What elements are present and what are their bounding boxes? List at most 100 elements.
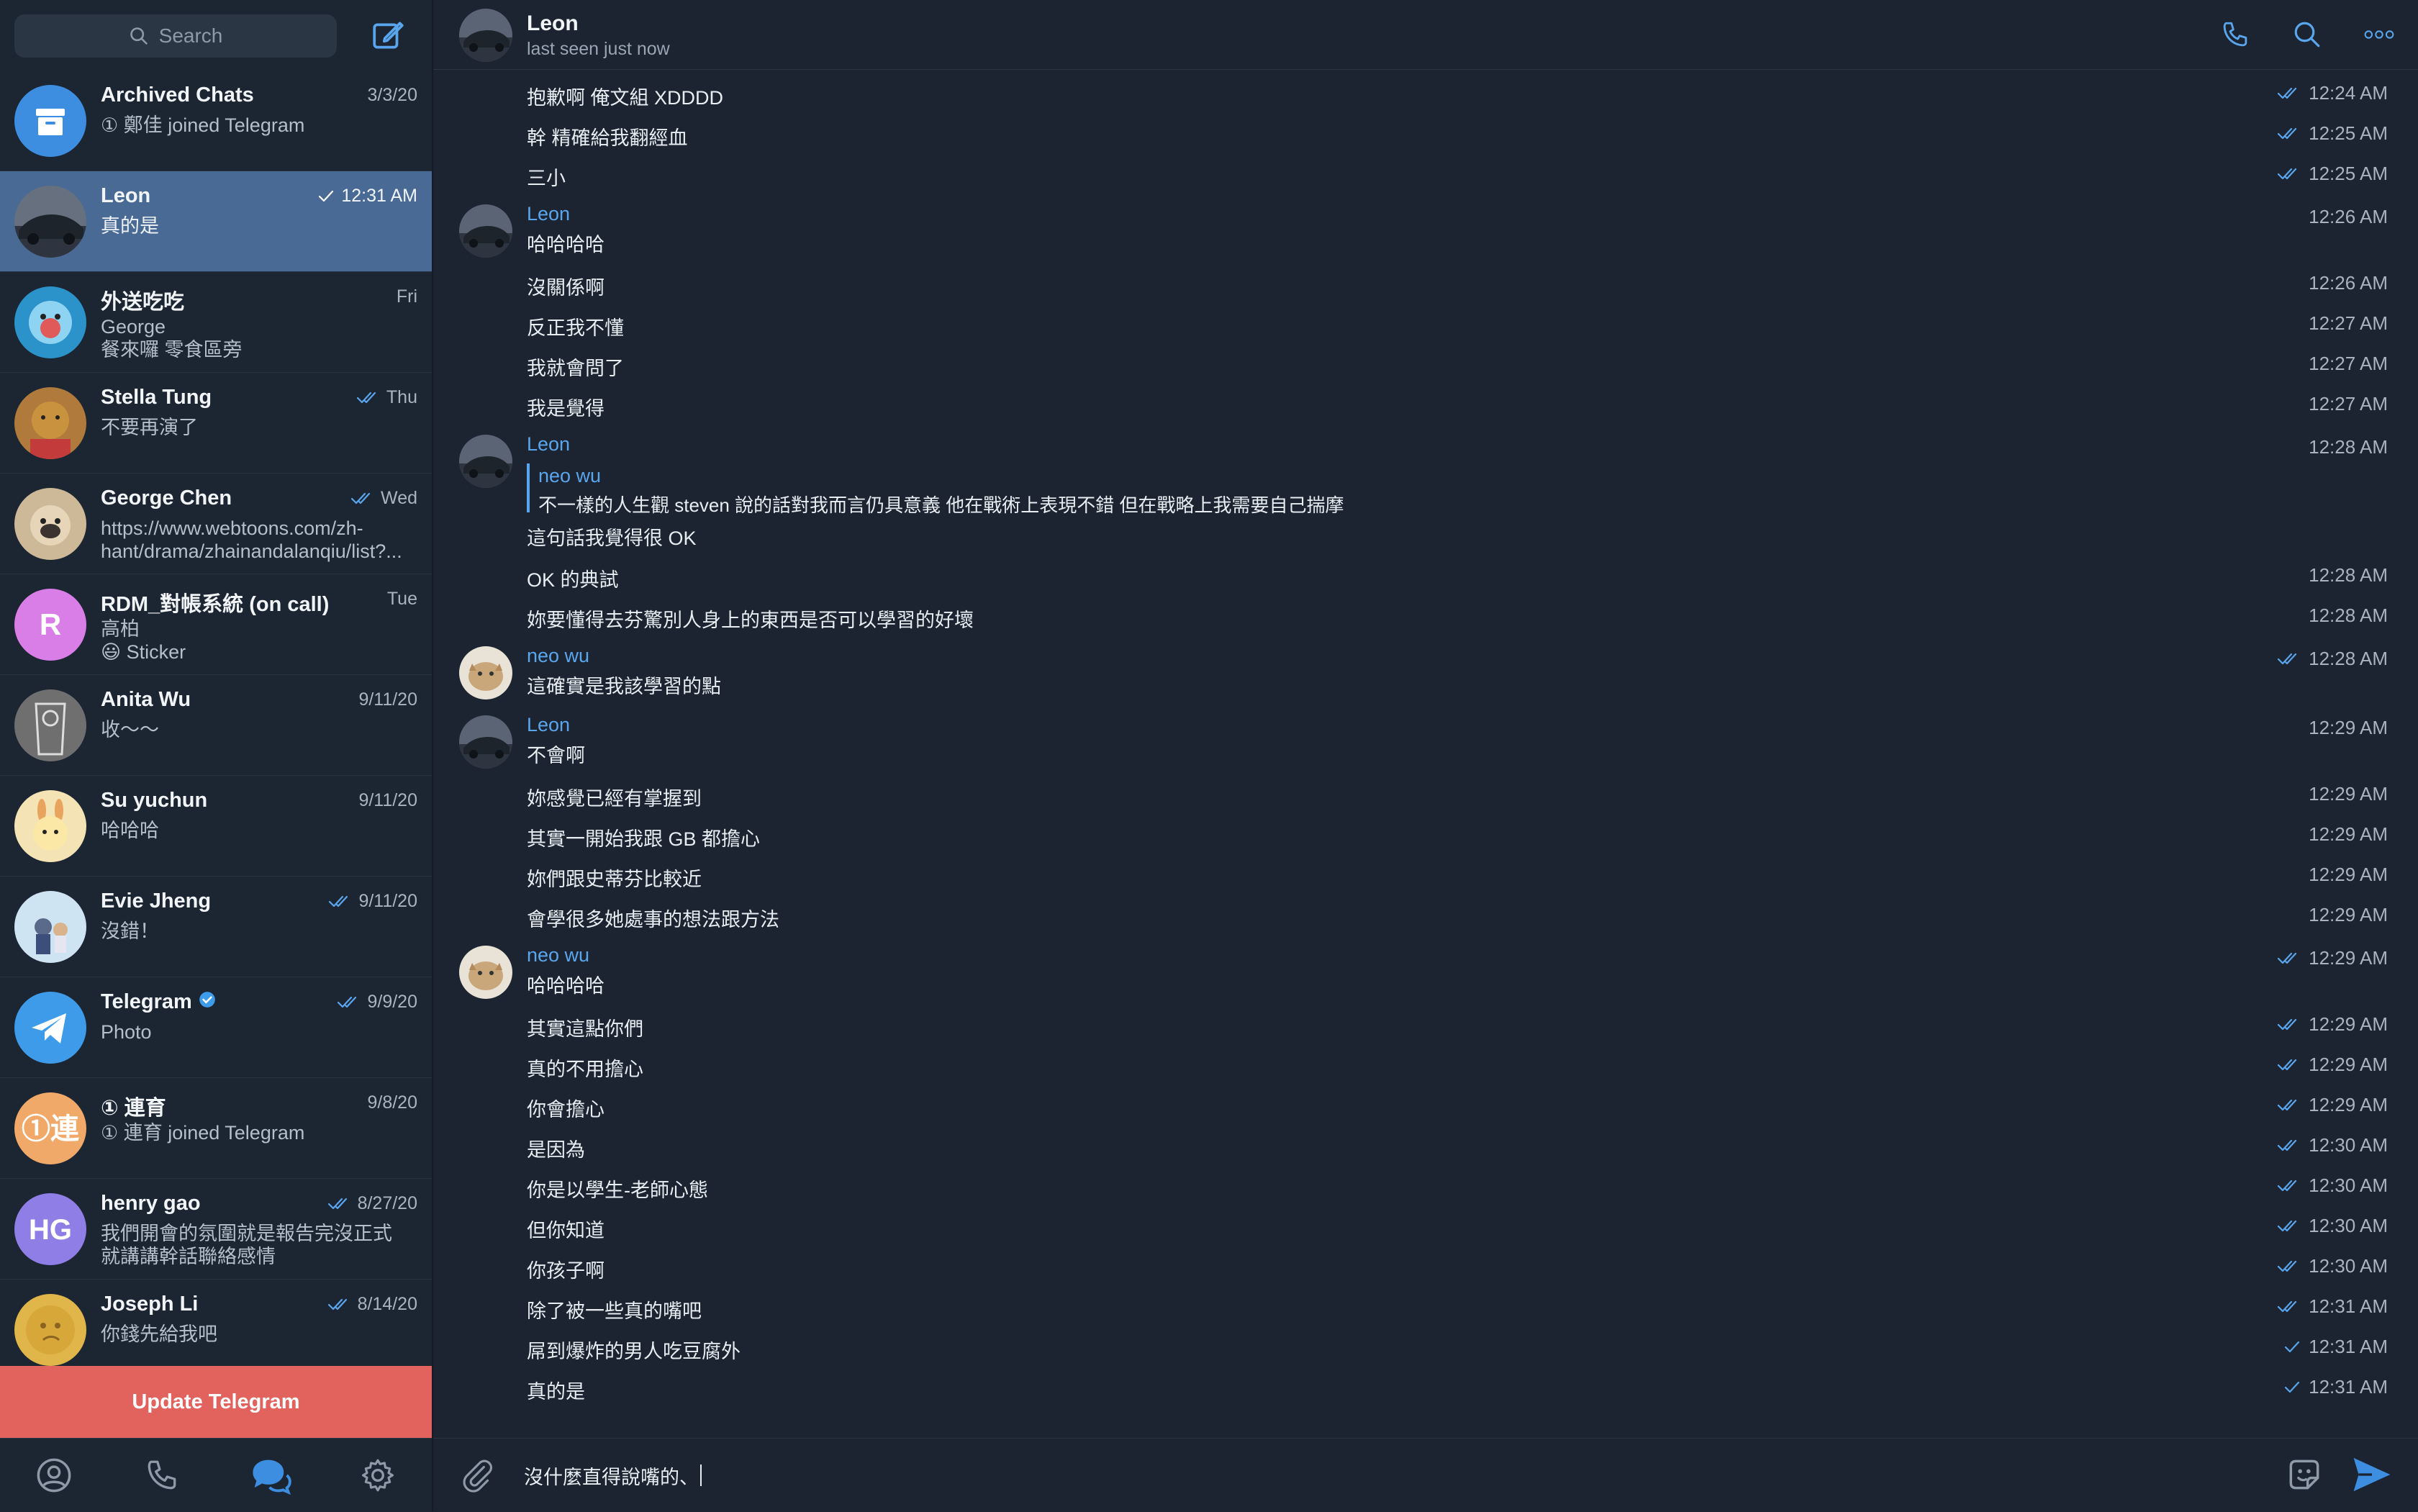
message-meta: 12:29 AM [2309,717,2388,739]
chat-preview-line: George [101,316,166,338]
chat-list-item[interactable]: Leon 12:31 AM 真的是 [0,171,432,272]
chat-list-item[interactable]: Joseph Li 8/14/20 你錢先給我吧 [0,1280,432,1380]
message[interactable]: 我就會問了 12:27 AM [433,345,2418,386]
sender-avatar[interactable] [459,646,512,700]
read-double-check-icon [338,996,357,1008]
message[interactable]: 妳們跟史蒂芬比較近 12:29 AM [433,856,2418,897]
reply-sender[interactable]: neo wu [538,465,601,487]
chat-preview-line: 餐來囉 零食區旁 [101,339,243,361]
chat-meta: 9/11/20 [328,891,417,912]
chat-name: Stella Tung [101,386,212,409]
chat-avatar [14,186,86,258]
message-time: 12:28 AM [2309,564,2388,586]
message-meta: 12:29 AM [2277,1054,2388,1076]
message-time: 12:26 AM [2309,206,2388,227]
chat-list-item[interactable]: Archived Chats 3/3/20 ① 鄭佳 joined Telegram [0,71,432,171]
chat-list-item[interactable]: Stella Tung Thu 不要再演了 [0,373,432,474]
chat-time: 9/11/20 [358,689,417,710]
chat-list-item[interactable]: George Chen Wed https://www.webtoons.com/z… [0,474,432,574]
message-meta: 12:31 AM [2277,1295,2388,1318]
read-double-check-icon [2278,1059,2297,1070]
reply-quote[interactable]: 不一樣的人生觀 steven 說的話對我而言仍具意義 他在戰術上表現不錯 但在戰… [538,491,1344,517]
attach-icon[interactable] [459,1457,495,1493]
sticker-icon[interactable] [2284,1454,2324,1495]
message[interactable]: 我是覺得 12:27 AM [433,386,2418,426]
search-input[interactable]: Search [14,14,337,58]
compose-button[interactable] [370,17,406,53]
sender-name[interactable]: neo wu [527,944,589,966]
message[interactable]: 妳感覺已經有掌握到 12:29 AM [433,776,2418,816]
chat-list-item[interactable]: Telegram 9/9/20 Photo [0,977,432,1078]
chat-header: Leon last seen just now [433,0,2418,70]
message[interactable]: 抱歉啊 俺文組 XDDDD 12:24 AM [433,75,2418,115]
chat-avatar: HG [14,1193,86,1265]
sender-name[interactable]: Leon [527,203,570,225]
message[interactable]: 是因為 12:30 AM [433,1127,2418,1167]
chats-icon[interactable] [248,1454,291,1497]
chat-list-item[interactable]: Evie Jheng 9/11/20 沒錯！ [0,877,432,977]
message[interactable]: 反正我不懂 12:27 AM [433,305,2418,345]
contact-name[interactable]: Leon [527,12,579,36]
chat-meta: 12:31 AM [317,186,417,207]
message[interactable]: 你是以學生-老師心態 12:30 AM [433,1167,2418,1208]
message-input[interactable]: 沒什麼直得說嘴的、 [524,1457,2251,1493]
message[interactable]: 屌到爆炸的男人吃豆腐外 12:31 AM [433,1328,2418,1369]
message[interactable]: 三小 12:25 AM [433,155,2418,196]
chat-list-item[interactable]: 外送吃吃 Fri George 餐來囉 零食區旁 [0,272,432,373]
settings-gear-icon[interactable] [356,1454,399,1497]
chat-time: Tue [386,589,417,609]
message[interactable]: 其實一開始我跟 GB 都擔心 12:29 AM [433,816,2418,856]
message[interactable]: Leon 不會啊 12:29 AM [433,710,2418,776]
more-icon[interactable] [2362,17,2396,52]
message-text: 反正我不懂 [527,317,624,339]
chat-meta: Thu [356,387,417,408]
sender-name[interactable]: Leon [527,714,570,736]
message[interactable]: OK 的典試 12:28 AM [433,557,2418,597]
sender-name[interactable]: Leon [527,433,570,456]
chat-meta: Fri [397,286,417,307]
update-telegram-button[interactable]: Update Telegram [0,1366,432,1438]
chat-name: ① 連育 [101,1097,166,1120]
contacts-icon[interactable] [32,1454,76,1497]
message[interactable]: Leon neo wu 不一樣的人生觀 steven 說的話對我而言仍具意義 他在戰… [433,429,2418,557]
search-icon[interactable] [2290,17,2324,52]
chat-list-item[interactable]: ①連 ① 連育 9/8/20 ① 連育 joined Telegram [0,1078,432,1179]
phone-icon[interactable] [2218,17,2252,52]
sender-name[interactable]: neo wu [527,645,589,667]
message-text: 其實一開始我跟 GB 都擔心 [527,828,761,850]
message[interactable]: 其實這點你們 12:29 AM [433,1006,2418,1046]
message-text: 抱歉啊 俺文組 XDDDD [527,87,724,109]
message-time: 12:25 AM [2309,163,2388,184]
send-icon[interactable] [2350,1454,2394,1495]
message[interactable]: Leon 哈哈哈哈 12:26 AM [433,199,2418,265]
chat-list-item[interactable]: Anita Wu 9/11/20 收～～ [0,675,432,776]
message[interactable]: neo wu 哈哈哈哈 12:29 AM [433,940,2418,1006]
message[interactable]: 但你知道 12:30 AM [433,1208,2418,1248]
sender-avatar[interactable] [459,204,512,258]
chat-list-item[interactable]: Su yuchun 9/11/20 哈哈哈 [0,776,432,877]
chat-list-item[interactable]: R RDM_對帳系統 (on call) Tue 高柏 😃 Sticker [0,574,432,675]
message-text: 你孩子啊 [527,1260,604,1282]
chat-time: 12:31 AM [341,186,417,206]
message[interactable]: neo wu 這確實是我該學習的點 12:28 AM [433,640,2418,707]
message[interactable]: 你孩子啊 12:30 AM [433,1248,2418,1288]
message-text: 妳感覺已經有掌握到 [527,788,702,810]
chat-list-item[interactable]: HG henry gao 8/27/20 我們開會的氛圍就是報告完沒正式 就講講幹話聯絡… [0,1179,432,1280]
calls-icon[interactable] [140,1454,184,1497]
sender-avatar[interactable] [459,435,512,488]
text-caret [700,1465,702,1486]
message[interactable]: 除了被一些真的嘴吧 12:31 AM [433,1288,2418,1328]
message[interactable]: 真的是 12:31 AM [433,1369,2418,1409]
message[interactable]: 會學很多她處事的想法跟方法 12:29 AM [433,897,2418,937]
chat-preview-line: 沒錯！ [101,920,159,942]
sender-avatar[interactable] [459,715,512,769]
contact-avatar[interactable] [459,9,512,62]
message[interactable]: 幹 精確給我翻經血 12:25 AM [433,115,2418,155]
message[interactable]: 你會擔心 12:29 AM [433,1087,2418,1127]
message-time: 12:29 AM [2309,904,2388,925]
message[interactable]: 沒關係啊 12:26 AM [433,265,2418,305]
sender-avatar[interactable] [459,946,512,999]
message[interactable]: 真的不用擔心 12:29 AM [433,1046,2418,1087]
message[interactable]: 妳要懂得去芬驚別人身上的東西是否可以學習的好壞 12:28 AM [433,597,2418,638]
message-meta: 12:30 AM [2277,1134,2388,1156]
